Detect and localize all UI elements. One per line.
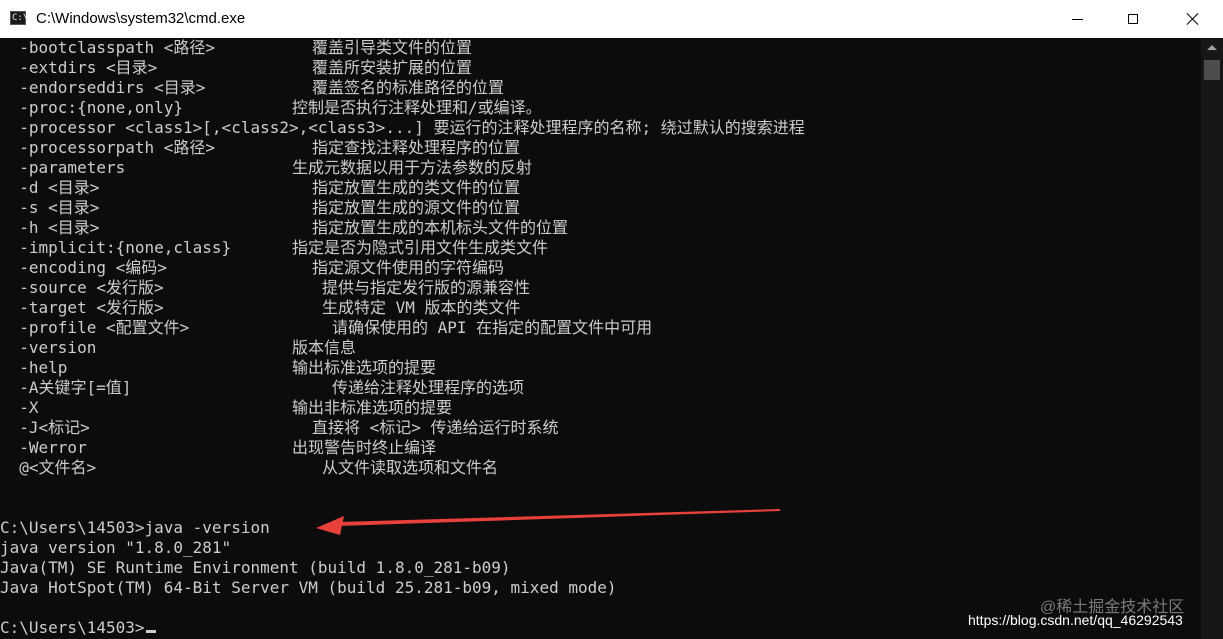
option-line: -J<标记> 直接将 <标记> 传递给运行时系统 (0, 418, 558, 438)
close-icon (1187, 13, 1199, 25)
option-description: 指定放置生成的本机标头文件的位置 (312, 218, 569, 237)
title-bar[interactable]: C:\ C:\Windows\system32\cmd.exe (0, 0, 1223, 38)
option-line: -parameters 生成元数据以用于方法参数的反射 (0, 158, 532, 178)
option-description: 直接将 <标记> 传递给运行时系统 (312, 418, 559, 437)
option-flag: -version (0, 338, 97, 357)
minimize-button[interactable] (1049, 0, 1105, 38)
option-line: -d <目录> 指定放置生成的类文件的位置 (0, 178, 520, 198)
option-description: 版本信息 (292, 338, 357, 357)
arrow-shaft (338, 509, 780, 526)
option-flag: -encoding <编码> (0, 258, 167, 277)
cmd-icon: C:\ (10, 11, 29, 25)
option-flag: -J<标记> (0, 418, 90, 437)
output-line: Java(TM) SE Runtime Environment (build 1… (0, 558, 511, 577)
option-line: -s <目录> 指定放置生成的源文件的位置 (0, 198, 520, 218)
option-flag: -bootclasspath <路径> (0, 38, 216, 57)
output-line: Java HotSpot(TM) 64-Bit Server VM (build… (0, 578, 617, 597)
option-line: -bootclasspath <路径> 覆盖引导类文件的位置 (0, 38, 472, 58)
option-description: 请确保使用的 API 在指定的配置文件中可用 (332, 318, 653, 337)
option-line: -h <目录> 指定放置生成的本机标头文件的位置 (0, 218, 568, 238)
scroll-up-arrow-icon[interactable] (1201, 38, 1223, 56)
text-cursor (145, 630, 156, 633)
option-description: 控制是否执行注释处理和/或编译。 (292, 98, 542, 117)
maximize-button[interactable] (1105, 0, 1161, 38)
prompt-line[interactable]: C:\Users\14503> (0, 618, 156, 638)
option-flag: -processor <class1>[,<class2>,<class3>..… (0, 118, 805, 137)
option-description: 指定放置生成的类文件的位置 (312, 178, 521, 197)
option-flag: -s <目录> (0, 198, 100, 217)
option-flag: @<文件名> (0, 458, 97, 477)
option-line: -profile <配置文件> 请确保使用的 API 在指定的配置文件中可用 (0, 318, 652, 338)
csdn-watermark: https://blog.csdn.net/qq_46292543 (968, 612, 1183, 628)
option-flag: -profile <配置文件> (0, 318, 190, 337)
option-flag: -processorpath <路径> (0, 138, 216, 157)
option-flag: -implicit:{none,class} (0, 238, 232, 257)
option-line: -source <发行版> 提供与指定发行版的源兼容性 (0, 278, 530, 298)
option-description: 传递给注释处理程序的选项 (332, 378, 525, 397)
option-line: -implicit:{none,class} 指定是否为隐式引用文件生成类文件 (0, 238, 548, 258)
cmd-icon-glyph: C:\ (12, 13, 29, 23)
console-output[interactable]: -bootclasspath <路径> 覆盖引导类文件的位置 -extdirs <… (0, 38, 1201, 639)
output-line: java version "1.8.0_281" (0, 538, 232, 557)
option-description: 输出非标准选项的提要 (292, 398, 453, 417)
option-description: 从文件读取选项和文件名 (322, 458, 499, 477)
command-line: C:\Users\14503>java -version (0, 518, 270, 537)
option-flag: -X (0, 398, 39, 417)
option-line: -Werror 出现警告时终止编译 (0, 438, 436, 458)
option-description: 覆盖所安装扩展的位置 (312, 58, 473, 77)
option-flag: -A关键字[=值] (0, 378, 132, 397)
option-description: 指定源文件使用的字符编码 (312, 258, 505, 277)
option-line: -X 输出非标准选项的提要 (0, 398, 452, 418)
option-line: -endorseddirs <目录> 覆盖签名的标准路径的位置 (0, 78, 504, 98)
option-flag: -help (0, 358, 68, 377)
option-description: 生成元数据以用于方法参数的反射 (292, 158, 533, 177)
option-description: 指定查找注释处理程序的位置 (312, 138, 521, 157)
option-flag: -target <发行版> (0, 298, 164, 317)
option-description: 输出标准选项的提要 (292, 358, 437, 377)
option-flag: -extdirs <目录> (0, 58, 158, 77)
scrollbar-thumb[interactable] (1204, 60, 1220, 80)
option-description: 覆盖引导类文件的位置 (312, 38, 473, 57)
option-line: @<文件名> 从文件读取选项和文件名 (0, 458, 498, 478)
option-line: -version 版本信息 (0, 338, 356, 358)
option-line: -encoding <编码> 指定源文件使用的字符编码 (0, 258, 504, 278)
minimize-icon (1071, 18, 1083, 20)
option-description: 提供与指定发行版的源兼容性 (322, 278, 531, 297)
option-flag: -source <发行版> (0, 278, 164, 297)
option-flag: -endorseddirs <目录> (0, 78, 206, 97)
cmd-window: C:\ C:\Windows\system32\cmd.exe -bootcla… (0, 0, 1223, 639)
option-description: 生成特定 VM 版本的类文件 (322, 298, 521, 317)
window-title: C:\Windows\system32\cmd.exe (36, 10, 246, 27)
option-line: -processor <class1>[,<class2>,<class3>..… (0, 118, 805, 138)
option-flag: -Werror (0, 438, 87, 457)
prompt-text: C:\Users\14503> (0, 618, 145, 637)
option-description: 指定是否为隐式引用文件生成类文件 (292, 238, 549, 257)
option-description: 出现警告时终止编译 (292, 438, 437, 457)
maximize-icon (1128, 14, 1138, 24)
option-line: -extdirs <目录> 覆盖所安装扩展的位置 (0, 58, 472, 78)
option-line: -proc:{none,only} 控制是否执行注释处理和/或编译。 (0, 98, 541, 118)
option-line: -help 输出标准选项的提要 (0, 358, 436, 378)
option-line: -A关键字[=值] 传递给注释处理程序的选项 (0, 378, 524, 398)
option-line: -processorpath <路径> 指定查找注释处理程序的位置 (0, 138, 520, 158)
vertical-scrollbar[interactable] (1201, 38, 1223, 639)
option-flag: -d <目录> (0, 178, 100, 197)
close-button[interactable] (1163, 0, 1223, 38)
option-flag: -parameters (0, 158, 126, 177)
option-flag: -proc:{none,only} (0, 98, 184, 117)
option-description: 覆盖签名的标准路径的位置 (312, 78, 505, 97)
option-description: 指定放置生成的源文件的位置 (312, 198, 521, 217)
option-line: -target <发行版> 生成特定 VM 版本的类文件 (0, 298, 520, 318)
annotation-arrow (316, 509, 780, 535)
arrow-head-icon (316, 516, 344, 535)
option-flag: -h <目录> (0, 218, 100, 237)
